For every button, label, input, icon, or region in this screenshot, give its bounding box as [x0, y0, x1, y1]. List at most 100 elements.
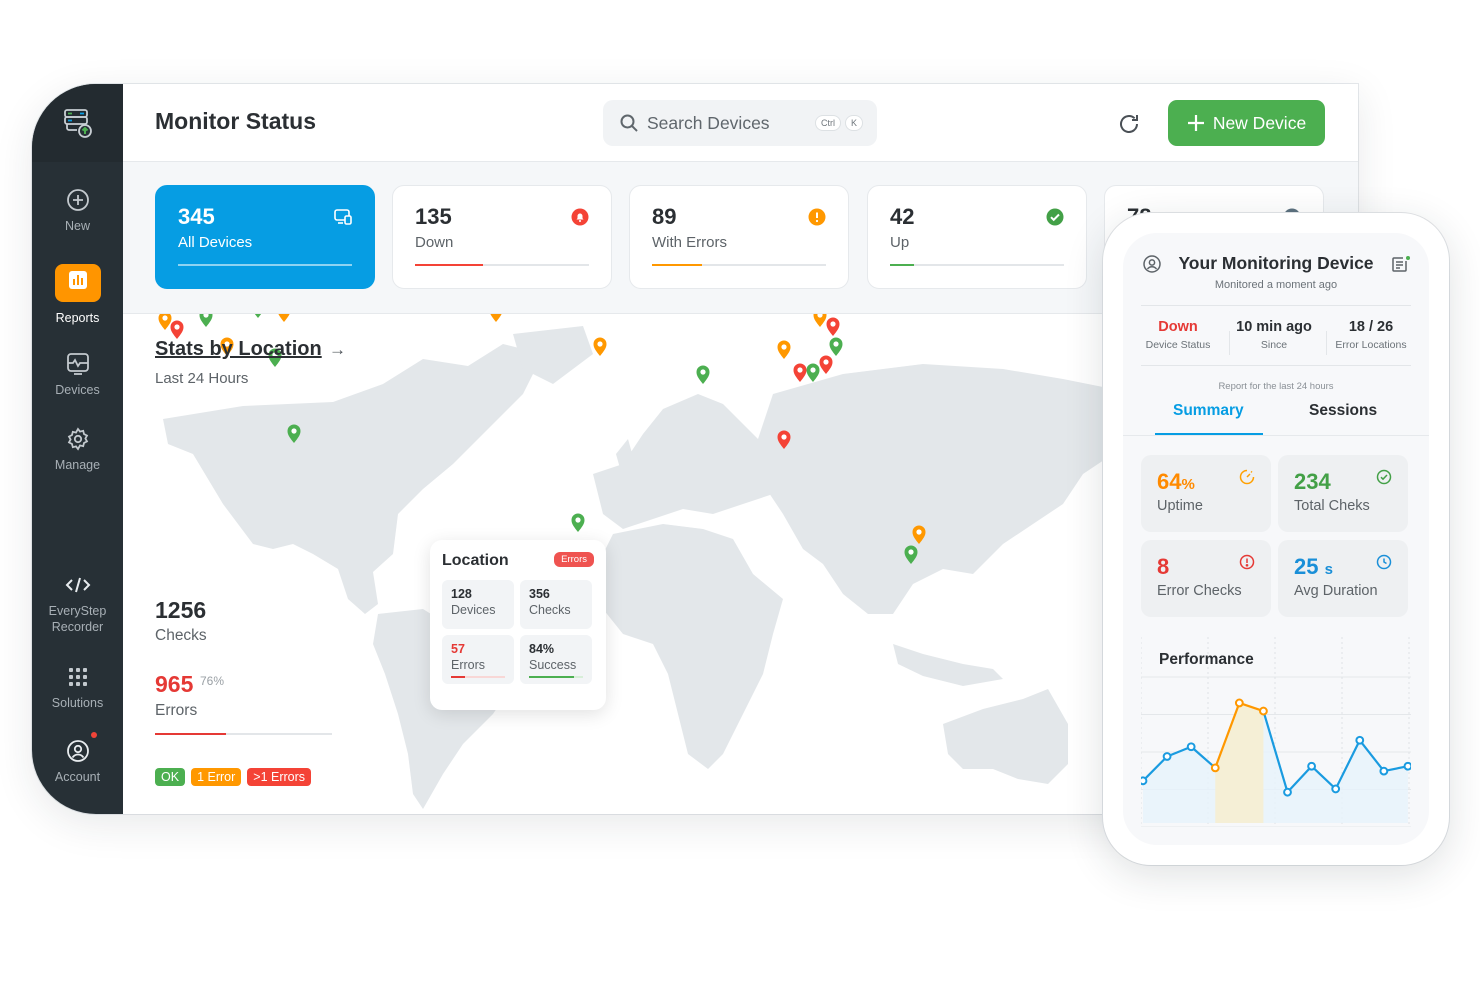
- performance-point[interactable]: [1259, 706, 1268, 716]
- sidebar-item-everystep-recorder[interactable]: EveryStep Recorder: [32, 573, 123, 635]
- notes-icon[interactable]: [1391, 255, 1411, 273]
- bar-chart-icon: [68, 271, 87, 289]
- stat-value: 135: [415, 204, 452, 229]
- sidebar-item-reports[interactable]: Reports: [32, 264, 123, 326]
- performance-point[interactable]: [1283, 787, 1292, 797]
- map-marker-error[interactable]: [593, 337, 607, 357]
- map-marker-ok[interactable]: [199, 314, 213, 327]
- map-marker-down[interactable]: [826, 317, 840, 337]
- sidebar-item-label: Devices: [55, 383, 100, 397]
- map-pin-dot: [781, 434, 787, 440]
- map-marker-error[interactable]: [158, 314, 172, 330]
- performance-point[interactable]: [1355, 735, 1365, 745]
- map-pin-dot: [174, 324, 180, 330]
- map-marker-error[interactable]: [813, 314, 827, 327]
- uptime-value: 64: [1157, 469, 1182, 494]
- stats-by-location-link[interactable]: Stats by Location: [155, 338, 322, 361]
- map-pin-icon: [696, 365, 710, 384]
- location-checks: 356 Checks: [520, 580, 592, 629]
- map-marker-down[interactable]: [170, 320, 184, 340]
- sidebar-item-devices[interactable]: Devices: [32, 352, 123, 398]
- error-locations-value: 18 / 26: [1348, 319, 1394, 335]
- sidebar-item-label: Reports: [55, 311, 100, 325]
- map-marker-ok[interactable]: [571, 513, 585, 533]
- error-checks-card[interactable]: 8 Error Checks: [1141, 540, 1271, 617]
- map-marker-error[interactable]: [490, 314, 503, 322]
- new-device-label: New Device: [1212, 112, 1307, 133]
- refresh-icon[interactable]: [1117, 112, 1141, 136]
- sidebar-item-new[interactable]: New: [32, 188, 123, 234]
- divider: [1141, 365, 1411, 366]
- app-logo[interactable]: [32, 84, 123, 162]
- performance-point[interactable]: [1307, 761, 1316, 771]
- tab-summary[interactable]: Summary: [1173, 402, 1244, 420]
- top-bar: Monitor Status Search Devices Ctrl K New…: [123, 84, 1358, 162]
- alert-circle-icon: [1239, 554, 1255, 570]
- map-marker-ok[interactable]: [252, 314, 265, 318]
- location-devices-value: 128: [451, 587, 472, 601]
- grid-dots-icon: [68, 668, 87, 686]
- plus-icon: [1187, 115, 1204, 131]
- map-marker-error[interactable]: [278, 314, 291, 322]
- server-upload-icon: [63, 109, 92, 138]
- account-notification-dot: [91, 732, 97, 738]
- map-marker-ok[interactable]: [696, 365, 710, 385]
- reports-active-indicator: [54, 264, 101, 302]
- total-errors-value: 965: [155, 671, 194, 697]
- tab-sessions[interactable]: Sessions: [1309, 402, 1377, 420]
- map-marker-ok[interactable]: [829, 337, 843, 357]
- performance-point[interactable]: [1138, 776, 1148, 786]
- sidebar-item-solutions[interactable]: Solutions: [32, 665, 123, 711]
- stat-label: With Errors: [652, 234, 727, 251]
- stat-card-up[interactable]: 42 Up: [867, 185, 1087, 289]
- performance-title: Performance: [1159, 651, 1254, 668]
- sidebar-item-label: Manage: [54, 458, 101, 472]
- performance-chart: Performance: [1138, 637, 1413, 828]
- performance-point[interactable]: [1403, 761, 1413, 771]
- performance-point[interactable]: [1210, 763, 1220, 773]
- keyboard-shortcut: Ctrl K: [811, 115, 863, 131]
- uptime-card[interactable]: 64% Uptime: [1141, 455, 1271, 532]
- stat-card-all-devices[interactable]: 345 All Devices: [155, 185, 375, 289]
- stat-card-with-errors[interactable]: 89 With Errors: [629, 185, 849, 289]
- map-marker-down[interactable]: [819, 355, 833, 375]
- avg-duration-label: Avg Duration: [1294, 583, 1378, 599]
- new-device-button[interactable]: New Device: [1168, 100, 1325, 146]
- devices-icon: [334, 209, 352, 225]
- map-pin-icon: [593, 337, 607, 356]
- location-devices-label: Devices: [451, 603, 496, 617]
- stat-progress-bar: [652, 264, 826, 266]
- performance-point[interactable]: [1234, 698, 1244, 708]
- legend-multiple-errors: >1 Errors: [247, 768, 312, 786]
- search-devices-input[interactable]: Search Devices Ctrl K: [603, 100, 877, 146]
- uptime-unit: %: [1181, 476, 1195, 493]
- total-errors-label: Errors: [155, 702, 198, 719]
- stat-card-down[interactable]: 135 Down: [392, 185, 612, 289]
- errors-percent: 76%: [200, 674, 225, 688]
- avg-duration-card[interactable]: 25 s Avg Duration: [1278, 540, 1408, 617]
- arrow-right-icon[interactable]: →: [329, 340, 346, 360]
- map-marker-down[interactable]: [793, 363, 807, 383]
- map-marker-ok[interactable]: [806, 363, 820, 383]
- map-marker-error[interactable]: [777, 340, 791, 360]
- clock-icon: [1376, 554, 1392, 570]
- error-checks-value: 8: [1157, 554, 1170, 579]
- sidebar-item-account[interactable]: Account: [32, 739, 123, 785]
- total-checks-card[interactable]: 234 Total Cheks: [1278, 455, 1408, 532]
- map-pin-dot: [916, 529, 922, 535]
- map-pin-icon: [170, 320, 184, 339]
- stat-progress-bar: [415, 264, 589, 266]
- performance-point[interactable]: [1379, 766, 1389, 776]
- gear-icon: [67, 427, 88, 451]
- total-checks-value: 1256: [155, 597, 207, 623]
- performance-point[interactable]: [1162, 752, 1172, 761]
- stat-progress-fill: [652, 264, 703, 266]
- continents: [163, 326, 1133, 809]
- map-pin-dot: [830, 321, 836, 327]
- device-status: Down Device Status: [1130, 319, 1226, 351]
- performance-point[interactable]: [1186, 742, 1196, 752]
- sidebar-item-manage[interactable]: Manage: [32, 427, 123, 473]
- map-pin-dot: [597, 341, 603, 347]
- sidebar-item-label: New: [64, 219, 90, 233]
- performance-point[interactable]: [1331, 784, 1341, 794]
